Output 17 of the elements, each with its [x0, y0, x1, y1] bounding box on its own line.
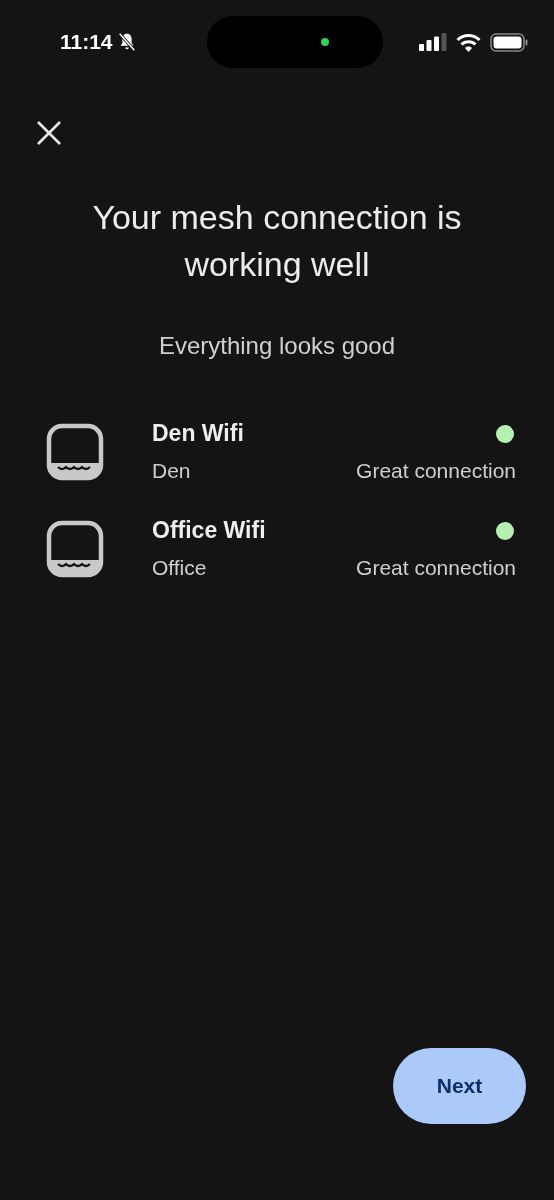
next-button[interactable]: Next [393, 1048, 526, 1124]
router-icon [46, 519, 104, 578]
signal-icon [419, 33, 447, 51]
page-title: Your mesh connection is working well [91, 197, 463, 285]
wifi-icon [456, 32, 481, 52]
device-name: Den Wifi [152, 420, 244, 447]
close-button[interactable] [36, 120, 62, 146]
device-name: Office Wifi [152, 517, 266, 544]
connection-status: Great connection [356, 556, 516, 580]
device-room: Den [152, 459, 191, 483]
camera-indicator-icon [320, 38, 329, 46]
router-icon [46, 422, 104, 481]
status-time: 11:14 [60, 30, 113, 54]
battery-icon [490, 32, 528, 52]
device-room: Office [152, 556, 207, 580]
page-subtitle: Everything looks good [157, 332, 397, 360]
connection-status: Great connection [356, 459, 516, 483]
